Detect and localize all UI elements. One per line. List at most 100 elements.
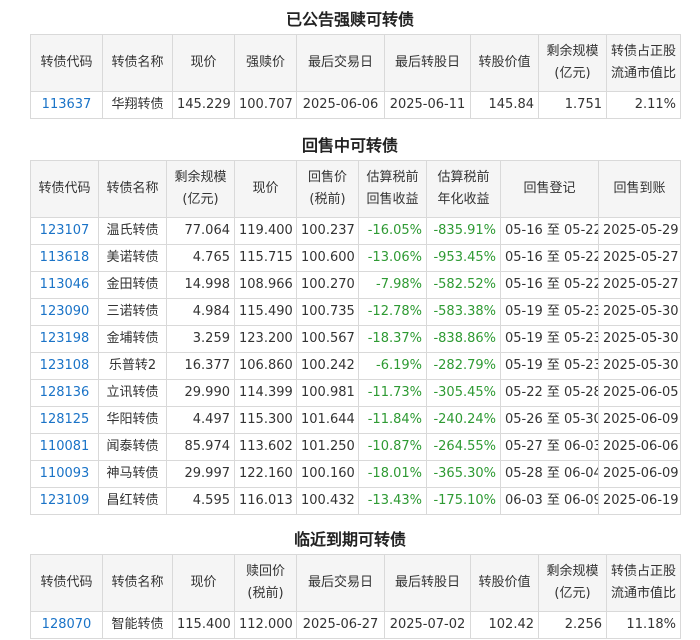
table-cell: 2025-05-29 [598,217,681,245]
table-cell: 闻泰转债 [98,433,167,461]
table-cell: 金埔转债 [98,325,167,353]
table-cell: 115.400 [172,611,235,639]
table-cell: -12.78% [358,298,427,326]
table-cell: 112.000 [234,611,297,639]
table-cell: -11.84% [358,406,427,434]
table-cell: -11.73% [358,379,427,407]
bond-code-link[interactable]: 113637 [30,91,103,119]
table-cell: -7.98% [358,271,427,299]
table-header-row: 转债代码 转债名称 剩余规模 (亿元) 现价 回售价 (税前) 估算税前 回售收… [30,160,681,218]
bond-code-link[interactable]: 123107 [30,217,99,245]
section-title-putback: 回售中可转债 [301,136,398,155]
section-redeem: 已公告强赎可转债 转债代码 转债名称 现价 强赎价 最后交易日 最后转股日 转股… [0,6,700,119]
table-cell: 102.42 [470,611,539,639]
bond-code-link[interactable]: 110081 [30,433,99,461]
table-cell: 106.860 [234,352,297,380]
table-cell: 100.237 [296,217,359,245]
table-cell: 昌红转债 [98,487,167,515]
table-cell: 06-03 至 06-09 [500,487,599,515]
bond-code-link[interactable]: 123198 [30,325,99,353]
table-cell: 2025-06-09 [598,406,681,434]
table-cell: 05-16 至 05-22 [500,271,599,299]
table-cell: -583.38% [426,298,501,326]
table-cell: 4.595 [166,487,235,515]
table-cell: 16.377 [166,352,235,380]
table-row: 123109 昌红转债 4.595 116.013 100.432 -13.43% -175… [30,487,681,515]
bond-code-link[interactable]: 128125 [30,406,99,434]
section-maturity: 临近到期可转债 转债代码 转债名称 现价 赎回价 (税前) 最后交易日 最后转股… [0,526,700,639]
table-cell: 2025-06-27 [296,611,385,639]
header-cell: 估算税前 回售收益 [358,160,427,218]
table-row: 113618 美诺转债 4.765 115.715 100.600 -13.06% -953… [30,244,681,272]
table-cell: 115.300 [234,406,297,434]
table-cell: 2025-05-27 [598,271,681,299]
header-cell: 剩余规模 (亿元) [538,34,607,92]
table-row: 123108 乐普转2 16.377 106.860 100.242 -6.19% -282… [30,352,681,380]
table-cell: 101.250 [296,433,359,461]
table-cell: 145.229 [172,91,235,119]
table-cell: 2.256 [538,611,607,639]
table-cell: 108.966 [234,271,297,299]
bond-code-link[interactable]: 123108 [30,352,99,380]
table-cell: 4.765 [166,244,235,272]
table-cell: -838.86% [426,325,501,353]
table-cell: 115.490 [234,298,297,326]
table-cell: 05-26 至 05-30 [500,406,599,434]
table-cell: 华阳转债 [98,406,167,434]
table-cell: 立讯转债 [98,379,167,407]
header-cell: 转债占正股 流通市值比 [606,554,681,612]
bond-code-link[interactable]: 110093 [30,460,99,488]
bond-code-link[interactable]: 128136 [30,379,99,407]
table-cell: 100.600 [296,244,359,272]
table-maturity: 转债代码 转债名称 现价 赎回价 (税前) 最后交易日 最后转股日 转股价值 剩… [30,554,681,639]
table-cell: 神马转债 [98,460,167,488]
table-cell: 05-16 至 05-22 [500,244,599,272]
bond-code-link[interactable]: 113046 [30,271,99,299]
table-cell: 2025-05-30 [598,352,681,380]
table-cell: 100.707 [234,91,297,119]
table-cell: -13.06% [358,244,427,272]
table-cell: 77.064 [166,217,235,245]
table-cell: -835.91% [426,217,501,245]
table-row: 128136 立讯转债 29.990 114.399 100.981 -11.73% -30… [30,379,681,407]
table-cell: 金田转债 [98,271,167,299]
table-cell: -264.55% [426,433,501,461]
section-title-maturity: 临近到期可转债 [293,530,406,549]
header-cell: 现价 [172,554,235,612]
table-row: 113046 金田转债 14.998 108.966 100.270 -7.98% -582… [30,271,681,299]
table-cell: 100.242 [296,352,359,380]
table-cell: 114.399 [234,379,297,407]
table-cell: 05-19 至 05-23 [500,352,599,380]
header-cell: 转债名称 [98,160,167,218]
table-cell: 100.160 [296,460,359,488]
header-cell: 剩余规模 (亿元) [538,554,607,612]
table-header-row: 转债代码 转债名称 现价 强赎价 最后交易日 最后转股日 转股价值 剩余规模 (… [30,34,681,92]
table-cell: -282.79% [426,352,501,380]
header-cell: 转债代码 [30,160,99,218]
table-cell: 100.270 [296,271,359,299]
table-cell: -6.19% [358,352,427,380]
header-cell: 回售价 (税前) [296,160,359,218]
table-cell: -175.10% [426,487,501,515]
table-cell: 2025-06-09 [598,460,681,488]
header-cell: 回售登记 [500,160,599,218]
table-cell: 05-22 至 05-28 [500,379,599,407]
table-cell: 2025-05-30 [598,298,681,326]
bond-code-link[interactable]: 123090 [30,298,99,326]
bond-code-link[interactable]: 128070 [30,611,103,639]
table-row: 128070 智能转债 115.400 112.000 2025-06-27 2025-0… [30,611,681,639]
table-cell: 华翔转债 [102,91,173,119]
table-redeem: 转债代码 转债名称 现价 强赎价 最后交易日 最后转股日 转股价值 剩余规模 (… [30,34,681,119]
table-cell: 115.715 [234,244,297,272]
table-cell: 29.997 [166,460,235,488]
bond-code-link[interactable]: 113618 [30,244,99,272]
table-row: 128125 华阳转债 4.497 115.300 101.644 -11.84% -240… [30,406,681,434]
table-cell: 2025-05-30 [598,325,681,353]
header-cell: 剩余规模 (亿元) [166,160,235,218]
table-cell: 1.751 [538,91,607,119]
bond-code-link[interactable]: 123109 [30,487,99,515]
table-row: 123107 温氏转债 77.064 119.400 100.237 -16.05% -83… [30,217,681,245]
table-row: 113637 华翔转债 145.229 100.707 2025-06-06 2025-0… [30,91,681,119]
table-cell: 123.200 [234,325,297,353]
table-cell: -16.05% [358,217,427,245]
